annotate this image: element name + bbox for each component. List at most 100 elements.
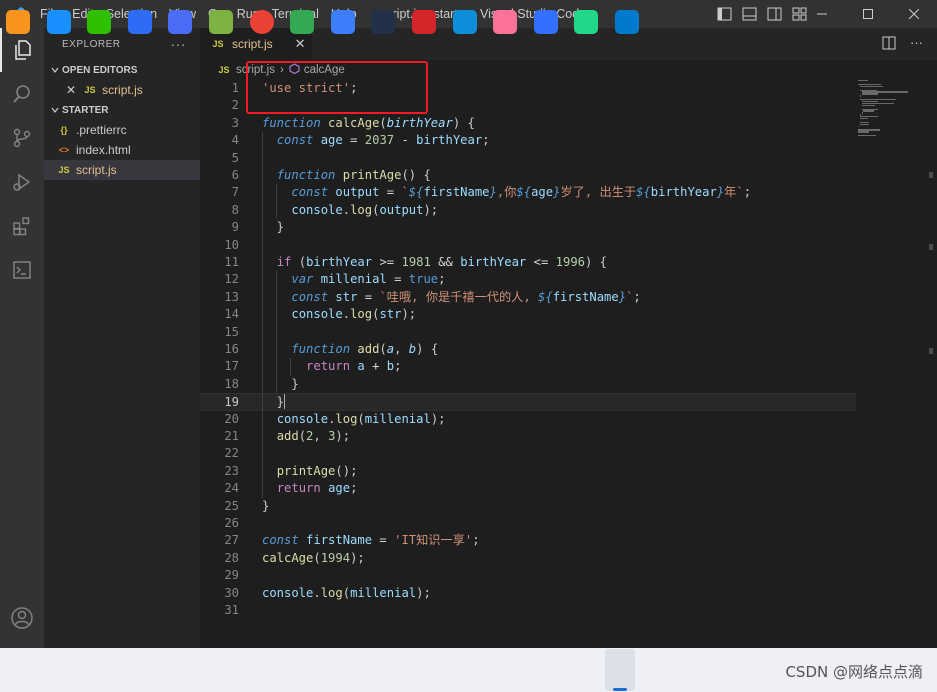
chevron-down-icon	[48, 105, 62, 115]
line-code: console.log(millenial);	[262, 585, 431, 600]
code-line[interactable]: 3 function calcAge(birthYear) {	[200, 115, 856, 132]
accounts-icon[interactable]	[0, 596, 44, 640]
open-editor-item[interactable]: ✕ JS script.js	[44, 80, 200, 100]
line-code: console.log(str);	[291, 307, 417, 322]
file-item-selected[interactable]: JS script.js	[44, 160, 200, 180]
code-line[interactable]: 30 console.log(millenial);	[200, 585, 856, 602]
vscode-taskbar-icon[interactable]	[615, 10, 639, 34]
code-line[interactable]: 17 return a + b;	[200, 358, 856, 375]
explorer-icon[interactable]	[0, 28, 44, 72]
code-line[interactable]: 20 console.log(millenial);	[200, 411, 856, 428]
js-file-icon: JS	[212, 39, 224, 49]
code-line[interactable]: 14 console.log(str);	[200, 306, 856, 323]
code-line[interactable]: 22	[200, 445, 856, 462]
minimap[interactable]	[858, 80, 922, 140]
code-line[interactable]: 10	[200, 237, 856, 254]
code-line[interactable]: 5	[200, 150, 856, 167]
lanhu-taskbar-icon[interactable]	[127, 10, 152, 34]
toggle-secondary-sidebar-icon[interactable]	[766, 6, 783, 23]
minimap-line	[858, 125, 859, 127]
close-icon[interactable]	[891, 0, 937, 28]
code-line[interactable]: 16 function add(a, b) {	[200, 341, 856, 358]
line-number: 25	[224, 498, 239, 513]
maximize-icon[interactable]	[845, 0, 891, 28]
js-file-icon: JS	[218, 65, 230, 75]
dingtalk-taskbar-icon[interactable]	[46, 10, 71, 34]
folder-section[interactable]: STARTER	[44, 100, 200, 120]
feishu-taskbar-icon[interactable]	[533, 10, 558, 34]
code-line[interactable]: 28 calcAge(1994);	[200, 550, 856, 567]
code-line[interactable]: 21 add(2, 3);	[200, 428, 856, 445]
line-number: 21	[224, 429, 239, 443]
search-icon[interactable]	[0, 72, 44, 116]
code-line[interactable]: 6 function printAge() {	[200, 167, 856, 184]
code-line[interactable]: 23 printAge();	[200, 463, 856, 480]
line-number: 6	[231, 168, 239, 182]
html-file-icon: <>	[58, 145, 70, 155]
code-line[interactable]: 27 const firstName = 'IT知识一享';	[200, 532, 856, 549]
source-control-icon[interactable]	[0, 116, 44, 160]
code-line[interactable]: 12 var millenial = true;	[200, 271, 856, 288]
code-line[interactable]: 26	[200, 515, 856, 532]
code-line[interactable]: 29	[200, 567, 856, 584]
code-line[interactable]: 11 if (birthYear >= 1981 && birthYear <=…	[200, 254, 856, 271]
qq-browser-taskbar-icon[interactable]	[168, 10, 193, 34]
minimap-line	[858, 80, 869, 82]
code-line[interactable]: 8 console.log(output);	[200, 202, 856, 219]
split-editor-icon[interactable]	[882, 36, 896, 53]
file-item[interactable]: <> index.html	[44, 140, 200, 160]
line-code: console.log(output);	[291, 202, 439, 217]
toggle-panel-icon[interactable]	[741, 6, 758, 23]
code-line[interactable]: 18 }	[200, 376, 856, 393]
code-line[interactable]: 24 return age;	[200, 480, 856, 497]
more-actions-icon[interactable]: ···	[171, 36, 187, 52]
file-item[interactable]: {} .prettierrc	[44, 120, 200, 140]
remote-explorer-icon[interactable]	[0, 248, 44, 292]
line-number: 17	[224, 359, 239, 374]
extensions-icon[interactable]	[0, 204, 44, 248]
gplayer-taskbar-icon[interactable]	[290, 10, 315, 34]
ai-app-taskbar-icon[interactable]	[209, 10, 233, 34]
bilibili-taskbar-icon[interactable]	[493, 10, 518, 34]
audio-taskbar-icon[interactable]	[371, 10, 396, 34]
line-code: }	[262, 498, 270, 513]
line-number: 23	[224, 463, 239, 478]
code-line[interactable]: 19 }	[200, 393, 856, 411]
chrome-taskbar-icon[interactable]	[249, 10, 274, 34]
line-number: 3	[231, 115, 239, 130]
code-line[interactable]: 31	[200, 602, 856, 619]
minimize-icon[interactable]	[799, 0, 845, 28]
code-line[interactable]: 4 const age = 2037 - birthYear;	[200, 132, 856, 149]
line-code: function printAge() {	[276, 168, 431, 182]
code-line[interactable]: 13 const str = `哇哦, 你是千禧一代的人, ${firstNam…	[200, 289, 856, 306]
editor-scrollbar[interactable]	[925, 80, 937, 648]
open-editors-section[interactable]: OPEN EDITORS	[44, 60, 200, 80]
fiddler-taskbar-icon[interactable]	[6, 10, 30, 34]
line-number: 31	[224, 603, 239, 617]
edge-taskbar-icon[interactable]	[452, 10, 477, 34]
code-line[interactable]: 7 const output = `${firstName},你${age}岁了…	[200, 184, 856, 201]
line-code: const str = `哇哦, 你是千禧一代的人, ${firstName}`…	[291, 289, 641, 304]
line-number: 14	[224, 307, 239, 322]
run-debug-icon[interactable]	[0, 160, 44, 204]
code-line[interactable]: 15	[200, 324, 856, 341]
line-number: 7	[231, 185, 239, 200]
open-editors-label: OPEN EDITORS	[62, 64, 138, 76]
toggle-sidebar-icon[interactable]	[716, 6, 733, 23]
netease-music-taskbar-icon[interactable]	[412, 10, 436, 34]
code-editor[interactable]: 1'use strict'; 2 3 function calcAge(birthYe…	[200, 80, 937, 648]
scrollbar-marker	[929, 348, 933, 354]
more-actions-icon[interactable]: ···	[910, 36, 923, 53]
minimap-line	[863, 110, 874, 112]
tab-close-icon[interactable]: ✕	[295, 36, 306, 52]
close-editor-icon[interactable]: ✕	[66, 83, 76, 97]
wechat-taskbar-icon[interactable]	[87, 10, 112, 34]
line-code: }	[262, 220, 285, 235]
code-line[interactable]: 25}	[200, 498, 856, 515]
music-taskbar-icon[interactable]	[330, 10, 355, 34]
code-line[interactable]: 9 }	[200, 219, 856, 236]
line-code: return a + b;	[306, 359, 402, 374]
line-code: const output = `${firstName},你${age}岁了, …	[291, 185, 752, 200]
js-file-icon: JS	[58, 165, 70, 175]
pycharm-taskbar-icon[interactable]	[574, 10, 599, 34]
